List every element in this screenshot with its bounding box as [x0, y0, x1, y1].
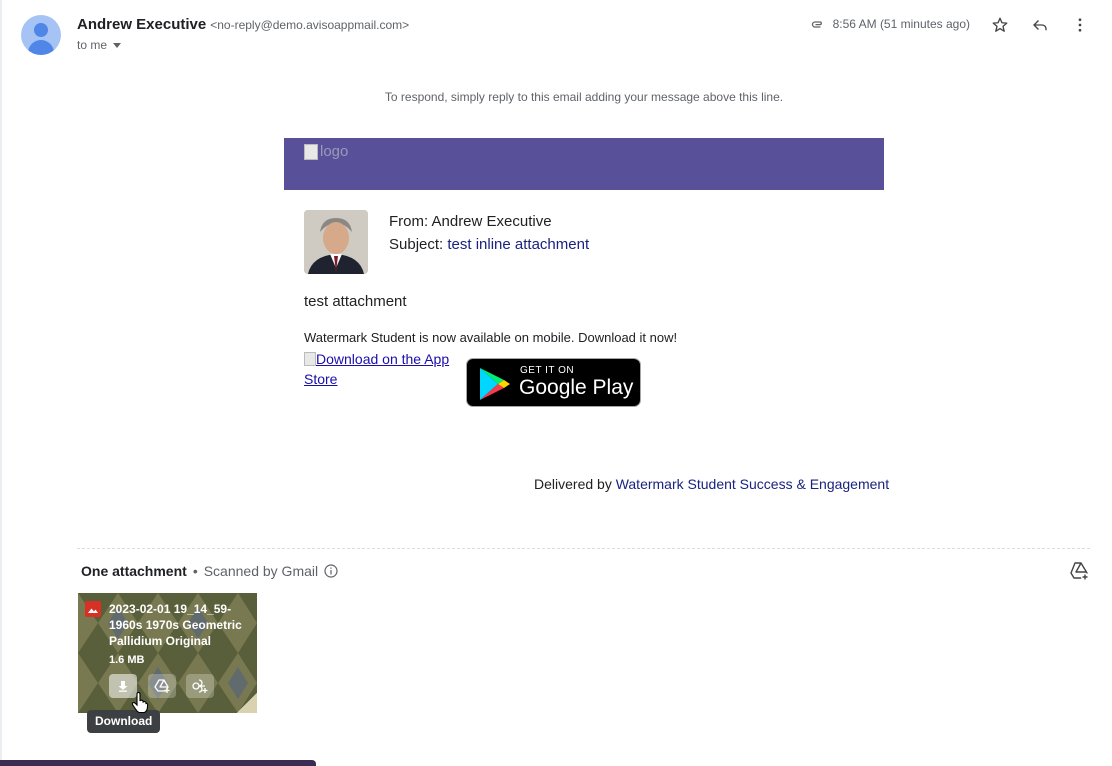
- gplay-small-text: GET IT ON: [520, 365, 575, 376]
- promo-text: Watermark Student is now available on mo…: [304, 330, 678, 345]
- hand-cursor-icon: [131, 692, 149, 714]
- attachment-filename: 2023-02-01 19_14_59-1960s 1970s Geometri…: [109, 602, 242, 648]
- sender-avatar[interactable]: [21, 15, 61, 55]
- bottom-bar: [0, 760, 316, 766]
- subject-link[interactable]: test inline attachment: [447, 236, 589, 253]
- appstore-alt-text: Download on the App Store: [304, 351, 450, 387]
- separator-dot: •: [192, 563, 198, 579]
- broken-image-icon: [304, 143, 318, 160]
- download-icon: [118, 681, 128, 692]
- message-body: test attachment: [304, 293, 407, 310]
- broken-image-icon: [304, 352, 316, 366]
- recipient-label: to me: [77, 38, 108, 52]
- add-to-drive-icon: [154, 679, 170, 693]
- photos-icon: [192, 679, 208, 693]
- star-icon: [992, 17, 1008, 32]
- left-border: [0, 0, 2, 766]
- sender-email: <no-reply@demo.avisoappmail.com>: [210, 18, 410, 32]
- download-tooltip: Download: [87, 710, 161, 733]
- timestamp: 8:56 AM (51 minutes ago): [832, 17, 970, 31]
- google-play-badge[interactable]: GET IT ON Google Play: [466, 358, 641, 407]
- sender-line: Andrew Executive <no-reply@demo.avisoappm…: [77, 16, 409, 33]
- subject-line: Subject: test inline attachment: [389, 236, 589, 253]
- chevron-down-icon: [113, 42, 122, 48]
- scanned-label: Scanned by Gmail: [203, 563, 319, 579]
- delivered-prefix: Delivered by: [534, 476, 616, 492]
- recipient-details-toggle[interactable]: to me: [77, 38, 122, 52]
- delivered-link[interactable]: Watermark Student Success & Engagement: [616, 476, 889, 492]
- sender-photo: [304, 210, 368, 274]
- reply-notice: To respond, simply reply to this email a…: [384, 90, 784, 104]
- gplay-big-text: Google Play: [519, 376, 634, 399]
- save-to-photos-button[interactable]: [186, 674, 214, 698]
- add-all-to-drive-icon[interactable]: [1068, 560, 1090, 582]
- logo-alt-text: logo: [320, 143, 349, 160]
- attachments-count: One attachment: [81, 563, 187, 579]
- subject-label: Subject:: [389, 236, 448, 253]
- sender-name[interactable]: Andrew Executive: [77, 16, 206, 33]
- more-options-button[interactable]: [1068, 13, 1092, 37]
- add-to-drive-button[interactable]: [148, 674, 176, 698]
- attachments-divider: [77, 548, 1090, 549]
- star-button[interactable]: [988, 13, 1012, 37]
- reply-button[interactable]: [1028, 13, 1052, 37]
- more-vert-icon: [1078, 18, 1082, 32]
- email-banner: logo: [284, 138, 884, 190]
- attachments-header: One attachment • Scanned by Gmail: [81, 563, 338, 579]
- info-icon[interactable]: [324, 564, 338, 578]
- image-icon: [85, 601, 101, 617]
- logo-image: logo: [304, 143, 348, 160]
- reply-icon: [1033, 20, 1047, 31]
- delivered-by: Delivered by Watermark Student Success &…: [534, 476, 889, 492]
- page-fold: [237, 693, 257, 713]
- attachment-icon: [811, 21, 822, 28]
- attachment-size: 1.6 MB: [109, 654, 145, 666]
- message-meta: 8:56 AM (51 minutes ago): [808, 17, 970, 31]
- appstore-link[interactable]: Download on the App Store: [304, 349, 454, 389]
- google-play-icon: [480, 368, 510, 400]
- attachment-card[interactable]: 2023-02-01 19_14_59-1960s 1970s Geometri…: [78, 593, 257, 713]
- from-line: From: Andrew Executive: [389, 213, 552, 230]
